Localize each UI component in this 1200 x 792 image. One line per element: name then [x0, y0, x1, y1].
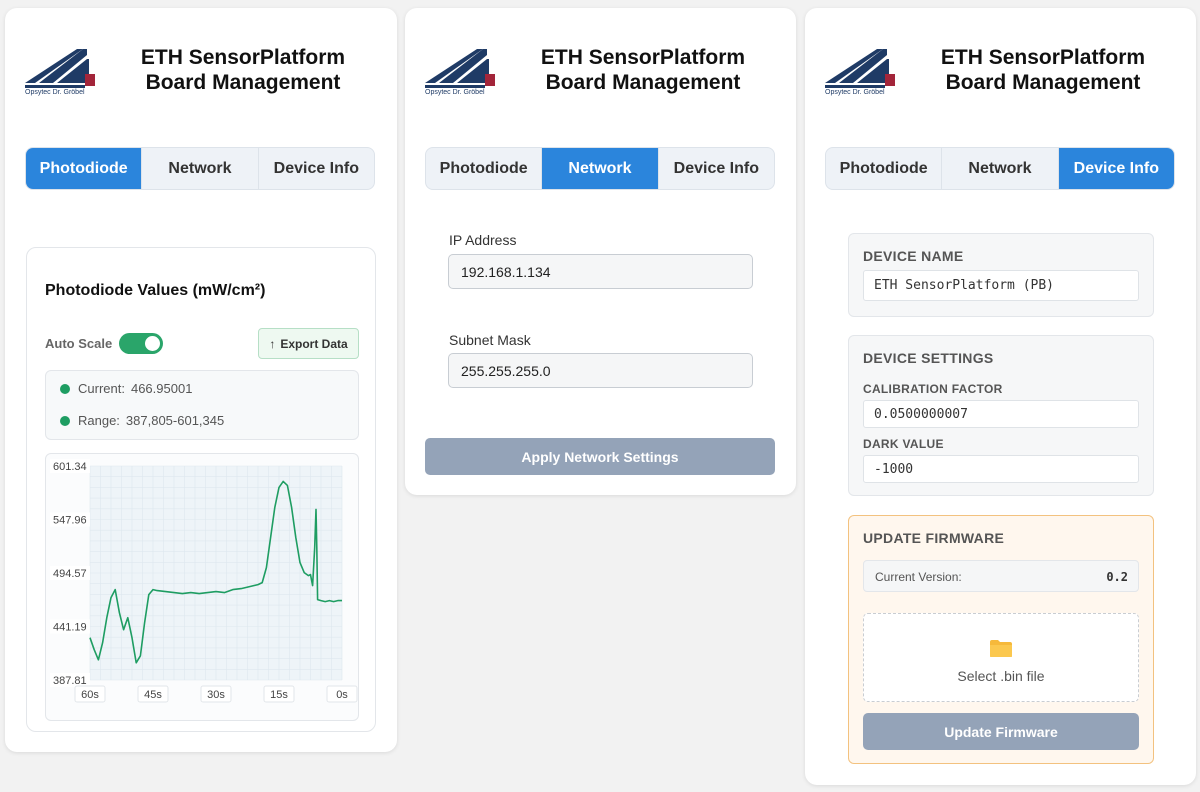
ip-address-input[interactable]: 192.168.1.134 — [448, 254, 753, 289]
x-tick-label: 60s — [81, 689, 99, 701]
y-tick-label: 387.81 — [53, 675, 87, 687]
autoscale-toggle[interactable] — [119, 333, 163, 354]
tab-bar: Photodiode Network Device Info — [825, 147, 1175, 190]
app-header: Opsytec Dr. Gröbel ETH SensorPlatform Bo… — [25, 43, 377, 103]
device-info-card: Opsytec Dr. Gröbel ETH SensorPlatform Bo… — [805, 8, 1196, 785]
network-card: Opsytec Dr. Gröbel ETH SensorPlatform Bo… — [405, 8, 796, 495]
current-version-label: Current Version: — [875, 570, 962, 584]
range-label: Range: — [78, 413, 120, 428]
toggle-knob — [145, 336, 160, 351]
title-line-2: Board Management — [145, 71, 341, 94]
tab-network[interactable]: Network — [942, 148, 1059, 189]
update-firmware-section: UPDATE FIRMWARE Current Version: 0.2 Sel… — [848, 515, 1154, 764]
upload-arrow-icon: ↑ — [269, 336, 276, 351]
x-tick-label: 30s — [207, 689, 225, 701]
autoscale-label: Auto Scale — [45, 336, 113, 351]
current-value: 466.95001 — [130, 381, 193, 396]
title-line-2: Board Management — [545, 71, 741, 94]
firmware-file-dropzone[interactable]: Select .bin file — [863, 613, 1139, 702]
tab-device-info[interactable]: Device Info — [659, 148, 774, 189]
device-name-input[interactable]: ETH SensorPlatform (PB) — [863, 270, 1139, 301]
device-settings-heading: DEVICE SETTINGS — [863, 350, 994, 366]
title-line-1: ETH SensorPlatform — [940, 46, 1146, 69]
y-tick-label: 601.34 — [53, 461, 87, 473]
current-row: Current: 466.95001 — [60, 381, 192, 396]
tab-device-info[interactable]: Device Info — [1058, 148, 1174, 189]
device-name-section: DEVICE NAME ETH SensorPlatform (PB) — [848, 233, 1154, 317]
device-name-heading: DEVICE NAME — [863, 248, 964, 264]
title-line-2: Board Management — [945, 71, 1141, 94]
tab-device-info[interactable]: Device Info — [259, 148, 374, 189]
tab-photodiode[interactable]: Photodiode — [426, 148, 543, 189]
y-tick-label: 441.19 — [53, 622, 87, 634]
page-title: ETH SensorPlatform Board Management — [123, 45, 363, 95]
calibration-factor-input[interactable]: 0.0500000007 — [863, 400, 1139, 428]
ip-address-label: IP Address — [449, 232, 517, 248]
calibration-factor-label: CALIBRATION FACTOR — [863, 382, 1003, 396]
stats-box: Current: 466.95001 Range: 387,805-601,34… — [45, 370, 359, 440]
logo-text: Opsytec Dr. Gröbel — [825, 89, 885, 96]
tab-network[interactable]: Network — [542, 148, 659, 189]
y-tick-label: 494.57 — [53, 568, 87, 580]
x-tick-label: 0s — [336, 689, 348, 701]
photodiode-card: Opsytec Dr. Gröbel ETH SensorPlatform Bo… — [5, 8, 397, 752]
photodiode-chart: 601.34 547.96 494.57 441.19 387.81 60s 45s 30s 1… — [45, 453, 359, 721]
app-header: Opsytec Dr. Gröbel ETH SensorPlatform Bo… — [825, 43, 1177, 103]
app-header: Opsytec Dr. Gröbel ETH SensorPlatform Bo… — [425, 43, 777, 103]
tab-network[interactable]: Network — [142, 148, 259, 189]
update-firmware-button[interactable]: Update Firmware — [863, 713, 1139, 750]
current-version-value: 0.2 — [1106, 570, 1128, 584]
current-version-row: Current Version: 0.2 — [863, 560, 1139, 592]
tab-bar: Photodiode Network Device Info — [25, 147, 375, 190]
y-tick-label: 547.96 — [53, 515, 87, 527]
tab-bar: Photodiode Network Device Info — [425, 147, 775, 190]
chart-svg: 601.34 547.96 494.57 441.19 387.81 60s 45s 30s 1… — [50, 459, 358, 703]
tab-photodiode[interactable]: Photodiode — [26, 148, 143, 189]
update-firmware-heading: UPDATE FIRMWARE — [863, 530, 1005, 546]
logo-text: Opsytec Dr. Gröbel — [25, 89, 85, 96]
status-dot-icon — [60, 383, 70, 394]
dark-value-label: DARK VALUE — [863, 437, 944, 451]
select-file-label: Select .bin file — [957, 668, 1045, 684]
range-row: Range: 387,805-601,345 — [60, 413, 224, 428]
page-title: ETH SensorPlatform Board Management — [523, 45, 763, 95]
panel-title: Photodiode Values (mW/cm²) — [45, 282, 266, 299]
folder-icon — [990, 640, 1012, 657]
status-dot-icon — [60, 415, 70, 426]
apply-network-settings-button[interactable]: Apply Network Settings — [425, 438, 775, 475]
export-data-button[interactable]: ↑ Export Data — [258, 328, 359, 359]
device-settings-section: DEVICE SETTINGS CALIBRATION FACTOR 0.050… — [848, 335, 1154, 496]
range-value: 387,805-601,345 — [125, 413, 225, 428]
title-line-1: ETH SensorPlatform — [540, 46, 746, 69]
photodiode-panel: Photodiode Values (mW/cm²) Auto Scale ↑ … — [26, 247, 376, 732]
logo-text: Opsytec Dr. Gröbel — [425, 89, 485, 96]
current-label: Current: — [78, 381, 125, 396]
x-tick-label: 15s — [270, 689, 288, 701]
x-tick-label: 45s — [144, 689, 162, 701]
title-line-1: ETH SensorPlatform — [140, 46, 346, 69]
subnet-mask-label: Subnet Mask — [449, 332, 531, 348]
subnet-mask-input[interactable]: 255.255.255.0 — [448, 353, 753, 388]
export-label: Export Data — [280, 336, 348, 351]
dark-value-input[interactable]: -1000 — [863, 455, 1139, 483]
page-title: ETH SensorPlatform Board Management — [923, 45, 1163, 95]
tab-photodiode[interactable]: Photodiode — [826, 148, 943, 189]
